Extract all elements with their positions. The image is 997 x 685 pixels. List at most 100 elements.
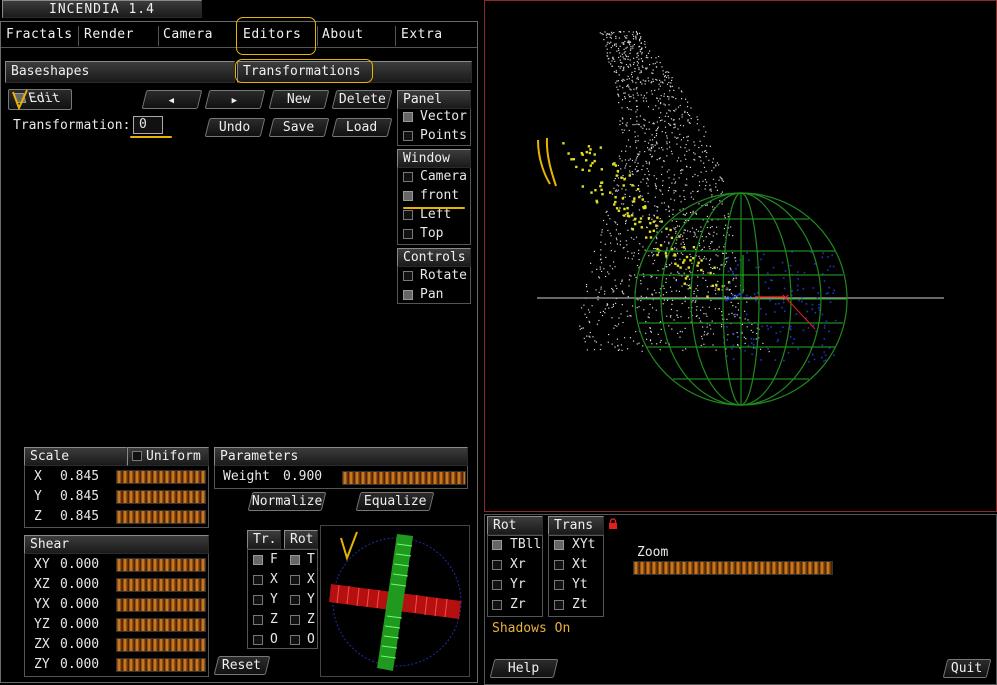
trans-zt-label: Zt — [572, 597, 588, 612]
window-front-checkbox[interactable] — [403, 191, 413, 201]
menu-about[interactable]: About — [318, 26, 364, 46]
edit-button[interactable]: Edit — [8, 89, 72, 110]
normalize-button[interactable]: Normalize — [247, 492, 327, 511]
tr-tab[interactable]: Tr. — [247, 530, 281, 549]
scale-x-value: 0.845 — [60, 469, 100, 484]
prev-icon: ◀ — [168, 96, 175, 106]
shear-zx-value: 0.000 — [60, 637, 100, 652]
shear-yx-slider[interactable] — [116, 598, 206, 612]
trans-zt-checkbox[interactable] — [554, 600, 564, 610]
rot-xr-checkbox[interactable] — [492, 560, 502, 570]
pan-checkbox[interactable] — [403, 290, 413, 300]
rotate-checkbox[interactable] — [403, 271, 413, 281]
scale-y-value: 0.845 — [60, 489, 100, 504]
rot-tab[interactable]: Rot — [284, 530, 318, 549]
shear-zx-axis: ZX — [34, 637, 50, 652]
shear-xy-slider[interactable] — [116, 558, 206, 572]
trans-xyt-label: XYt — [572, 537, 596, 552]
trans-header: Trans — [548, 516, 604, 535]
uniform-checkbox[interactable] — [132, 451, 142, 461]
rot-o-checkbox[interactable] — [290, 635, 300, 645]
menu-extra[interactable]: Extra — [397, 26, 443, 46]
undo-button[interactable]: Undo — [204, 118, 266, 137]
scale-title: Scale — [24, 447, 127, 466]
points-checkbox[interactable] — [403, 131, 413, 141]
menu-render[interactable]: Render — [80, 26, 134, 46]
reset-button[interactable]: Reset — [213, 656, 271, 675]
tr-z-checkbox[interactable] — [253, 615, 263, 625]
tr-y-label: Y — [270, 592, 278, 607]
weight-slider[interactable] — [342, 471, 466, 485]
rot-tbll-checkbox[interactable] — [492, 540, 502, 550]
delete-button[interactable]: Delete — [331, 90, 393, 109]
window-left-checkbox[interactable] — [403, 210, 413, 220]
tr-y-checkbox[interactable] — [253, 595, 263, 605]
vector-label: Vector — [420, 109, 467, 124]
rotate-label: Rotate — [420, 268, 467, 283]
new-button[interactable]: New — [268, 90, 330, 109]
window-camera-label: Camera — [420, 169, 467, 184]
annotation-underline-front — [403, 207, 465, 209]
shear-title: Shear — [24, 535, 209, 554]
shear-xz-slider[interactable] — [116, 578, 206, 592]
equalize-button[interactable]: Equalize — [355, 492, 435, 511]
next-button[interactable]: ▶ — [204, 90, 266, 109]
point-cloud — [562, 31, 837, 363]
vector-checkbox[interactable] — [403, 112, 413, 122]
svg-text:×: × — [781, 291, 790, 304]
shear-yz-slider[interactable] — [116, 618, 206, 632]
menu-camera[interactable]: Camera — [159, 26, 213, 46]
scale-z-slider[interactable] — [116, 510, 206, 524]
rot-yr-checkbox[interactable] — [492, 580, 502, 590]
rot-yr-label: Yr — [510, 577, 526, 592]
trans-xyt-checkbox[interactable] — [554, 540, 564, 550]
rot-zr-checkbox[interactable] — [492, 600, 502, 610]
rot-o-label: O — [307, 632, 315, 647]
rot-x-checkbox[interactable] — [290, 575, 300, 585]
viewport-3d[interactable]: × — [484, 0, 997, 512]
rot-t-checkbox[interactable] — [290, 555, 300, 565]
window-top-checkbox[interactable] — [403, 229, 413, 239]
save-button[interactable]: Save — [268, 118, 330, 137]
shear-xy-value: 0.000 — [60, 557, 100, 572]
rot-z-label: Z — [307, 612, 315, 627]
tr-f-checkbox[interactable] — [253, 555, 263, 565]
prev-button[interactable]: ◀ — [141, 90, 203, 109]
uniform-toggle[interactable]: Uniform — [127, 447, 209, 466]
gizmo-preview[interactable] — [320, 525, 470, 677]
tr-x-checkbox[interactable] — [253, 575, 263, 585]
transformation-label: Transformation: — [13, 118, 131, 133]
panel-group-title: Panel — [397, 90, 471, 109]
shear-xz-axis: XZ — [34, 577, 50, 592]
shear-yz-value: 0.000 — [60, 617, 100, 632]
shear-zy-axis: ZY — [34, 657, 50, 672]
rot-tbll-label: TBll — [510, 537, 542, 552]
load-button[interactable]: Load — [331, 118, 393, 137]
trans-yt-checkbox[interactable] — [554, 580, 564, 590]
lock-icon[interactable] — [608, 518, 618, 530]
tr-o-checkbox[interactable] — [253, 635, 263, 645]
annotation-circle-transformations — [235, 59, 373, 83]
help-button[interactable]: Help — [489, 659, 559, 678]
shadows-toggle[interactable]: Shadows On — [492, 621, 570, 637]
menu-fractals[interactable]: Fractals — [2, 26, 73, 46]
trans-xt-checkbox[interactable] — [554, 560, 564, 570]
shear-yx-axis: YX — [34, 597, 50, 612]
tab-baseshapes[interactable]: Baseshapes — [5, 61, 235, 83]
edit-checkbox[interactable] — [13, 93, 27, 103]
shear-zy-slider[interactable] — [116, 658, 206, 672]
zoom-slider[interactable] — [633, 561, 833, 575]
wire-sphere — [634, 192, 848, 406]
rot-y-checkbox[interactable] — [290, 595, 300, 605]
rot-y-label: Y — [307, 592, 315, 607]
window-camera-checkbox[interactable] — [403, 172, 413, 182]
rot-z-checkbox[interactable] — [290, 615, 300, 625]
shear-zx-slider[interactable] — [116, 638, 206, 652]
quit-button[interactable]: Quit — [942, 659, 992, 678]
tr-x-label: X — [270, 572, 278, 587]
annotation-circle-editors — [236, 17, 316, 55]
window-top-label: Top — [420, 226, 444, 241]
scale-y-slider[interactable] — [116, 490, 206, 504]
transformation-index-field[interactable]: 0 — [133, 116, 163, 134]
scale-x-slider[interactable] — [116, 470, 206, 484]
